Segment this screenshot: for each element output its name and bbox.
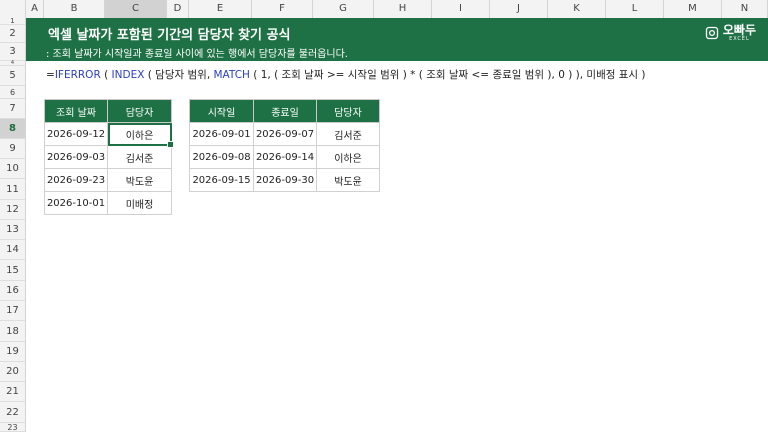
formula-equals: = xyxy=(46,69,55,81)
brand-logo-icon xyxy=(705,26,719,40)
row-header-20[interactable]: 20 xyxy=(0,362,25,382)
lookup-assignee-cell-active[interactable]: 이하은 xyxy=(107,122,174,148)
formula-fn-index: INDEX xyxy=(111,69,145,81)
col-header-k[interactable]: K xyxy=(548,0,606,18)
col-header-l[interactable]: L xyxy=(606,0,664,18)
row-header-17[interactable]: 17 xyxy=(0,301,25,321)
title-banner: 엑셀 날짜가 포함된 기간의 담당자 찾기 공식 : 조회 날짜가 시작일과 종… xyxy=(26,18,768,61)
period-table: 시작일 종료일 담당자 2026-09-01 2026-09-07 김서준 20… xyxy=(189,99,380,192)
formula-fn-match: MATCH xyxy=(213,69,250,81)
col-header-g[interactable]: G xyxy=(313,0,374,18)
col-header-f[interactable]: F xyxy=(252,0,313,18)
row-header-7[interactable]: 7 xyxy=(0,99,25,119)
period-header-end[interactable]: 종료일 xyxy=(253,99,317,123)
period-assignee-cell[interactable]: 박도윤 xyxy=(316,168,380,192)
row-header-3[interactable]: 3 xyxy=(0,43,25,61)
lookup-date-cell[interactable]: 2026-09-12 xyxy=(44,122,108,146)
table-row: 2026-09-08 2026-09-14 이하은 xyxy=(189,145,380,169)
row-header-bar: 1 2 3 4 5 6 7 8 9 10 11 12 13 14 15 16 1… xyxy=(0,18,26,432)
col-header-m[interactable]: M xyxy=(664,0,722,18)
fill-handle[interactable] xyxy=(167,141,174,148)
row-header-16[interactable]: 16 xyxy=(0,281,25,301)
lookup-assignee-cell[interactable]: 미배정 xyxy=(107,191,172,215)
row-header-19[interactable]: 19 xyxy=(0,342,25,362)
row-header-23[interactable]: 23 xyxy=(0,423,25,432)
row-header-21[interactable]: 21 xyxy=(0,382,25,402)
row-header-1[interactable]: 1 xyxy=(0,18,25,25)
row-header-8[interactable]: 8 xyxy=(0,119,25,139)
row-header-11[interactable]: 11 xyxy=(0,179,25,200)
formula-fn-iferror: IFERROR xyxy=(54,69,101,81)
period-assignee-cell[interactable]: 김서준 xyxy=(316,122,380,146)
row-header-12[interactable]: 12 xyxy=(0,200,25,220)
page-title: 엑셀 날짜가 포함된 기간의 담당자 찾기 공식 xyxy=(48,28,291,43)
period-header-start[interactable]: 시작일 xyxy=(189,99,254,123)
lookup-table: 조회 날짜 담당자 2026-09-12 이하은 2026-09-03 김서준 … xyxy=(44,99,174,215)
lookup-date-cell[interactable]: 2026-09-03 xyxy=(44,145,108,169)
table-row: 2026-09-12 이하은 xyxy=(44,122,174,148)
period-header-assignee[interactable]: 담당자 xyxy=(316,99,380,123)
page-subtitle: : 조회 날짜가 시작일과 종료일 사이에 있는 행에서 담당자를 불러옵니다. xyxy=(46,49,348,60)
row-header-6[interactable]: 6 xyxy=(0,86,25,99)
row-header-15[interactable]: 15 xyxy=(0,260,25,281)
table-row: 2026-09-01 2026-09-07 김서준 xyxy=(189,122,380,146)
table-row: 2026-10-01 미배정 xyxy=(44,191,172,215)
row-header-9[interactable]: 9 xyxy=(0,139,25,159)
period-end-cell[interactable]: 2026-09-14 xyxy=(253,145,317,169)
formula-part-3: ( 1, ( 조회 날짜 >= 시작일 범위 ) * ( 조회 날짜 <= 종료… xyxy=(249,69,646,81)
formula-text: =IFERROR ( INDEX ( 담당자 범위, MATCH ( 1, ( … xyxy=(46,67,646,82)
brand-logo: 오빠두 EXCEL xyxy=(705,24,756,42)
col-header-a[interactable]: A xyxy=(26,0,44,18)
row-header-10[interactable]: 10 xyxy=(0,159,25,179)
select-all-corner[interactable] xyxy=(0,0,26,18)
col-header-d[interactable]: D xyxy=(167,0,189,18)
row-header-5[interactable]: 5 xyxy=(0,66,25,86)
col-header-c[interactable]: C xyxy=(105,0,167,18)
period-assignee-cell[interactable]: 이하은 xyxy=(316,145,380,169)
period-start-cell[interactable]: 2026-09-15 xyxy=(189,168,254,192)
period-start-cell[interactable]: 2026-09-08 xyxy=(189,145,254,169)
table-row: 2026-09-15 2026-09-30 박도윤 xyxy=(189,168,380,192)
row-header-18[interactable]: 18 xyxy=(0,321,25,342)
lookup-header-date[interactable]: 조회 날짜 xyxy=(44,99,108,123)
period-end-cell[interactable]: 2026-09-30 xyxy=(253,168,317,192)
lookup-assignee-cell[interactable]: 김서준 xyxy=(107,145,172,169)
lookup-header-assignee[interactable]: 담당자 xyxy=(107,99,172,123)
col-header-n[interactable]: N xyxy=(722,0,768,18)
period-end-cell[interactable]: 2026-09-07 xyxy=(253,122,317,146)
row-header-22[interactable]: 22 xyxy=(0,402,25,423)
period-start-cell[interactable]: 2026-09-01 xyxy=(189,122,254,146)
col-header-b[interactable]: B xyxy=(44,0,105,18)
lookup-assignee-value: 이하은 xyxy=(125,130,154,142)
lookup-assignee-cell[interactable]: 박도윤 xyxy=(107,168,172,192)
lookup-header-row: 조회 날짜 담당자 xyxy=(44,99,172,123)
column-header-bar: A B C D E F G H I J K L M N xyxy=(0,0,768,19)
lookup-date-cell[interactable]: 2026-09-23 xyxy=(44,168,108,192)
col-header-h[interactable]: H xyxy=(374,0,432,18)
col-header-i[interactable]: I xyxy=(432,0,490,18)
formula-part-1: ( xyxy=(100,69,112,81)
table-row: 2026-09-03 김서준 xyxy=(44,145,172,169)
lookup-date-cell[interactable]: 2026-10-01 xyxy=(44,191,108,215)
col-header-j[interactable]: J xyxy=(490,0,548,18)
period-header-row: 시작일 종료일 담당자 xyxy=(189,99,380,123)
row-header-2[interactable]: 2 xyxy=(0,25,25,43)
row-header-14[interactable]: 14 xyxy=(0,240,25,260)
row-header-13[interactable]: 13 xyxy=(0,220,25,240)
formula-part-2: ( 담당자 범위, xyxy=(144,69,214,81)
table-row: 2026-09-23 박도윤 xyxy=(44,168,172,192)
col-header-e[interactable]: E xyxy=(189,0,252,18)
brand-logo-name: 오빠두 xyxy=(722,23,756,37)
